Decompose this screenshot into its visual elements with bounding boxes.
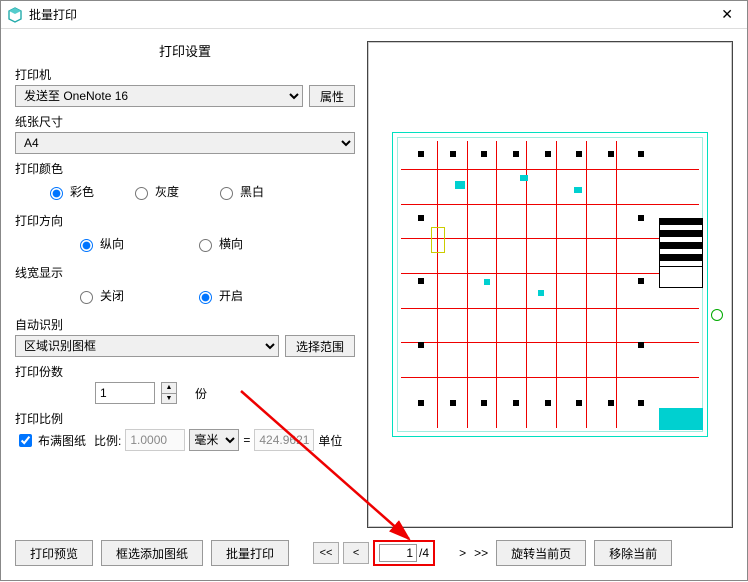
copies-spinner[interactable]: ▲▼ bbox=[161, 382, 177, 404]
ratio-result: 424.9621 bbox=[254, 429, 314, 451]
page-next-button[interactable]: > bbox=[459, 546, 466, 560]
add-frame-button[interactable]: 框选添加图纸 bbox=[101, 540, 203, 566]
page-prev-button[interactable]: < bbox=[343, 542, 369, 564]
color-label: 打印颜色 bbox=[15, 160, 355, 177]
equals-label: = bbox=[243, 433, 250, 447]
linewidth-radio-off[interactable]: 关闭 bbox=[75, 287, 124, 304]
color-radio-gray[interactable]: 灰度 bbox=[130, 183, 179, 200]
page-first-button[interactable]: << bbox=[313, 542, 339, 564]
select-range-button[interactable]: 选择范围 bbox=[285, 335, 355, 357]
batch-print-button[interactable]: 批量打印 bbox=[211, 540, 289, 566]
page-current-input[interactable] bbox=[379, 544, 417, 562]
linewidth-radio-on[interactable]: 开启 bbox=[194, 287, 243, 304]
auto-detect-select[interactable]: 区域识别图框 bbox=[15, 335, 279, 357]
copies-input[interactable] bbox=[95, 382, 155, 404]
color-radio-bw[interactable]: 黑白 bbox=[215, 183, 264, 200]
close-button[interactable]: ✕ bbox=[713, 4, 741, 25]
rotate-page-button[interactable]: 旋转当前页 bbox=[496, 540, 586, 566]
linewidth-label: 线宽显示 bbox=[15, 264, 355, 281]
fill-paper-checkbox[interactable]: 布满图纸 bbox=[15, 431, 86, 450]
printer-label: 打印机 bbox=[15, 66, 355, 83]
window-title: 批量打印 bbox=[29, 6, 713, 23]
copies-label: 打印份数 bbox=[15, 363, 355, 380]
orientation-radio-portrait[interactable]: 纵向 bbox=[75, 235, 124, 252]
paper-size-select[interactable]: A4 bbox=[15, 132, 355, 154]
settings-heading: 打印设置 bbox=[15, 41, 355, 60]
orientation-radio-landscape[interactable]: 横向 bbox=[194, 235, 243, 252]
app-icon bbox=[7, 7, 23, 23]
orientation-label: 打印方向 bbox=[15, 212, 355, 229]
preview-area bbox=[367, 41, 733, 528]
preview-page bbox=[392, 132, 708, 438]
ratio-text-label: 比例: bbox=[94, 432, 121, 449]
ratio-label: 打印比例 bbox=[15, 410, 355, 427]
printer-properties-button[interactable]: 属性 bbox=[309, 85, 355, 107]
ratio-unit-select[interactable]: 毫米 bbox=[189, 429, 239, 451]
color-radio-color[interactable]: 彩色 bbox=[45, 183, 94, 200]
page-total-label: /4 bbox=[419, 546, 429, 560]
page-indicator-box: /4 bbox=[373, 540, 435, 566]
ratio-value: 1.0000 bbox=[125, 429, 185, 451]
ratio-result-unit: 单位 bbox=[318, 432, 342, 449]
printer-select[interactable]: 发送至 OneNote 16 bbox=[15, 85, 303, 107]
paper-label: 纸张尺寸 bbox=[15, 113, 355, 130]
auto-detect-label: 自动识别 bbox=[15, 316, 355, 333]
page-last-button[interactable]: >> bbox=[474, 546, 488, 560]
copies-unit: 份 bbox=[195, 385, 207, 402]
remove-page-button[interactable]: 移除当前 bbox=[594, 540, 672, 566]
print-preview-button[interactable]: 打印预览 bbox=[15, 540, 93, 566]
